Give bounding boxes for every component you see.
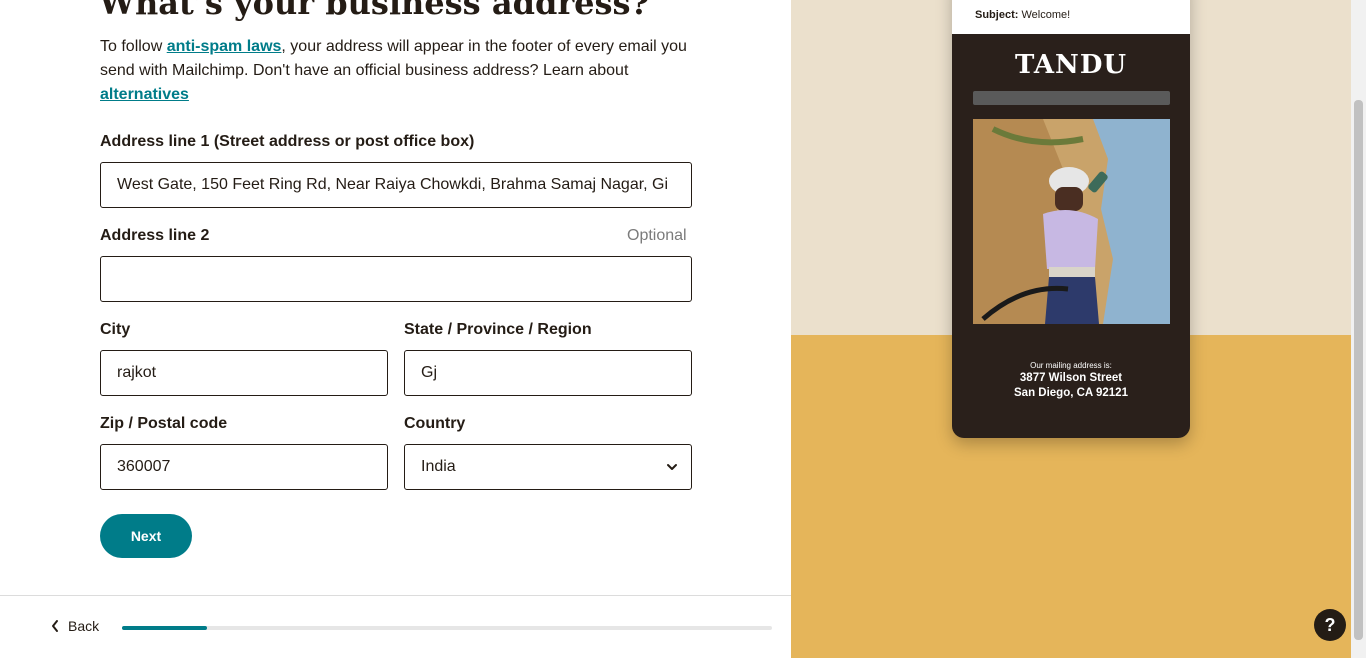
chevron-down-icon	[667, 464, 677, 470]
question-mark-icon: ?	[1324, 615, 1336, 635]
help-button[interactable]: ?	[1314, 609, 1346, 641]
intro-text: To follow anti-spam laws, your address w…	[100, 35, 700, 107]
preview-placeholder-bar	[973, 91, 1170, 105]
footer-divider	[0, 595, 791, 596]
back-label: Back	[68, 618, 100, 634]
alternatives-link[interactable]: alternatives	[100, 86, 189, 103]
country-select[interactable]: India	[404, 444, 692, 490]
scrollbar-thumb[interactable]	[1354, 100, 1363, 640]
mailing-address-line2: San Diego, CA 92121	[1014, 387, 1128, 399]
address-line2-label: Address line 2	[100, 227, 210, 244]
zip-input[interactable]: 360007	[100, 444, 388, 490]
chevron-left-icon	[52, 620, 58, 632]
zip-label: Zip / Postal code	[100, 415, 228, 432]
city-input[interactable]: rajkot	[100, 350, 388, 396]
anti-spam-laws-link[interactable]: anti-spam laws	[167, 38, 282, 55]
email-subject: Subject: Welcome!	[975, 9, 1070, 21]
country-label: Country	[404, 415, 466, 432]
next-button[interactable]: Next	[100, 514, 192, 558]
mailing-address-caption: Our mailing address is:	[1030, 361, 1112, 370]
address-line1-input[interactable]: West Gate, 150 Feet Ring Rd, Near Raiya …	[100, 162, 692, 208]
scrollbar[interactable]	[1351, 0, 1366, 658]
progress-bar	[122, 626, 772, 630]
progress-fill	[122, 626, 207, 630]
cyclist-photo	[973, 119, 1170, 324]
mailing-address-line1: 3877 Wilson Street	[1019, 372, 1123, 384]
back-button[interactable]: Back	[50, 618, 99, 634]
brand-logo: TANDU	[1014, 50, 1128, 80]
state-input[interactable]: Gj	[404, 350, 692, 396]
form-panel: What’s your business address? To follow …	[0, 0, 791, 658]
country-value: India	[421, 458, 456, 475]
address-line1-label: Address line 1 (Street address or post o…	[100, 133, 475, 150]
address-line2-input[interactable]	[100, 256, 692, 302]
subject-value: Welcome!	[1021, 9, 1071, 21]
state-label: State / Province / Region	[404, 321, 592, 338]
email-preview-phone: Subject: Welcome! TANDU Our mailing addr…	[952, 0, 1190, 438]
subject-label: Subject:	[975, 9, 1019, 21]
optional-label: Optional	[627, 227, 687, 244]
email-preview-header: Subject: Welcome!	[952, 0, 1190, 34]
city-label: City	[100, 321, 131, 338]
intro-before: To follow	[100, 38, 167, 55]
page-title: What’s your business address?	[99, 0, 650, 22]
